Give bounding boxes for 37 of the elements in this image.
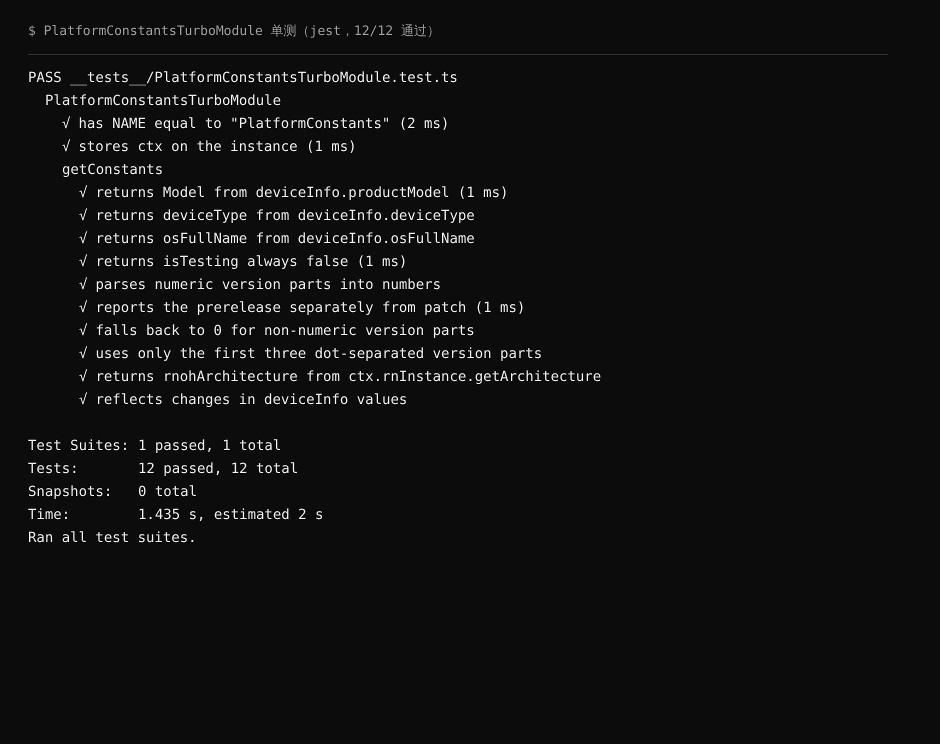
test-name: returns isTesting always false (1 ms) [95, 253, 408, 272]
check-mark: √ [79, 299, 88, 318]
check-mark: √ [79, 368, 88, 387]
check-mark: √ [79, 184, 88, 203]
check-mark: √ [62, 138, 70, 157]
suite-title: PlatformConstantsTurboModule [45, 92, 282, 111]
footer-line: Ran all test suites. [28, 529, 197, 548]
summary-value: 1 passed, 1 total [138, 437, 282, 456]
check-mark: √ [79, 253, 88, 272]
summary-label: Snapshots: [28, 483, 114, 502]
summary-value: 12 passed, 12 total [138, 460, 298, 479]
summary-label: Test Suites: [28, 437, 130, 456]
test-name: has NAME equal to "PlatformConstants" (2 ms) [78, 115, 450, 134]
test-name: reports the prerelease separately from patch (1 ms) [95, 299, 526, 318]
check-mark: √ [79, 207, 88, 226]
summary-value: 0 total [138, 483, 198, 502]
command-line: $ PlatformConstantsTurboModule 单测（jest，12/12 通过） [28, 22, 888, 55]
summary-value: 1.435 s, estimated 2 s [138, 506, 324, 525]
check-mark: √ [79, 322, 88, 341]
summary-label: Tests: [28, 460, 80, 479]
summary-label: Time: [28, 506, 72, 525]
check-mark: √ [79, 345, 88, 364]
test-name: uses only the first three dot-separated version parts [95, 345, 542, 364]
check-mark: √ [62, 115, 70, 134]
check-mark: √ [79, 276, 88, 295]
test-name: falls back to 0 for non-numeric version parts [95, 322, 475, 341]
test-name: reflects changes in deviceInfo values [95, 391, 408, 410]
test-name: returns Model from deviceInfo.productModel (1 ms) [95, 184, 508, 203]
check-mark: √ [79, 230, 88, 249]
test-name: returns deviceType from deviceInfo.deviceType [95, 207, 475, 226]
check-mark: √ [79, 391, 88, 410]
test-name: stores ctx on the instance (1 ms) [78, 138, 357, 157]
suite-title: getConstants [62, 161, 164, 180]
test-name: returns rnohArchitecture from ctx.rnInstance.getArchitecture [95, 368, 602, 387]
test-name: parses numeric version parts into numbers [95, 276, 442, 295]
test-name: returns osFullName from deviceInfo.osFullName [95, 230, 475, 249]
result-line: PASS __tests__/PlatformConstantsTurboModule.test.ts [28, 69, 458, 88]
